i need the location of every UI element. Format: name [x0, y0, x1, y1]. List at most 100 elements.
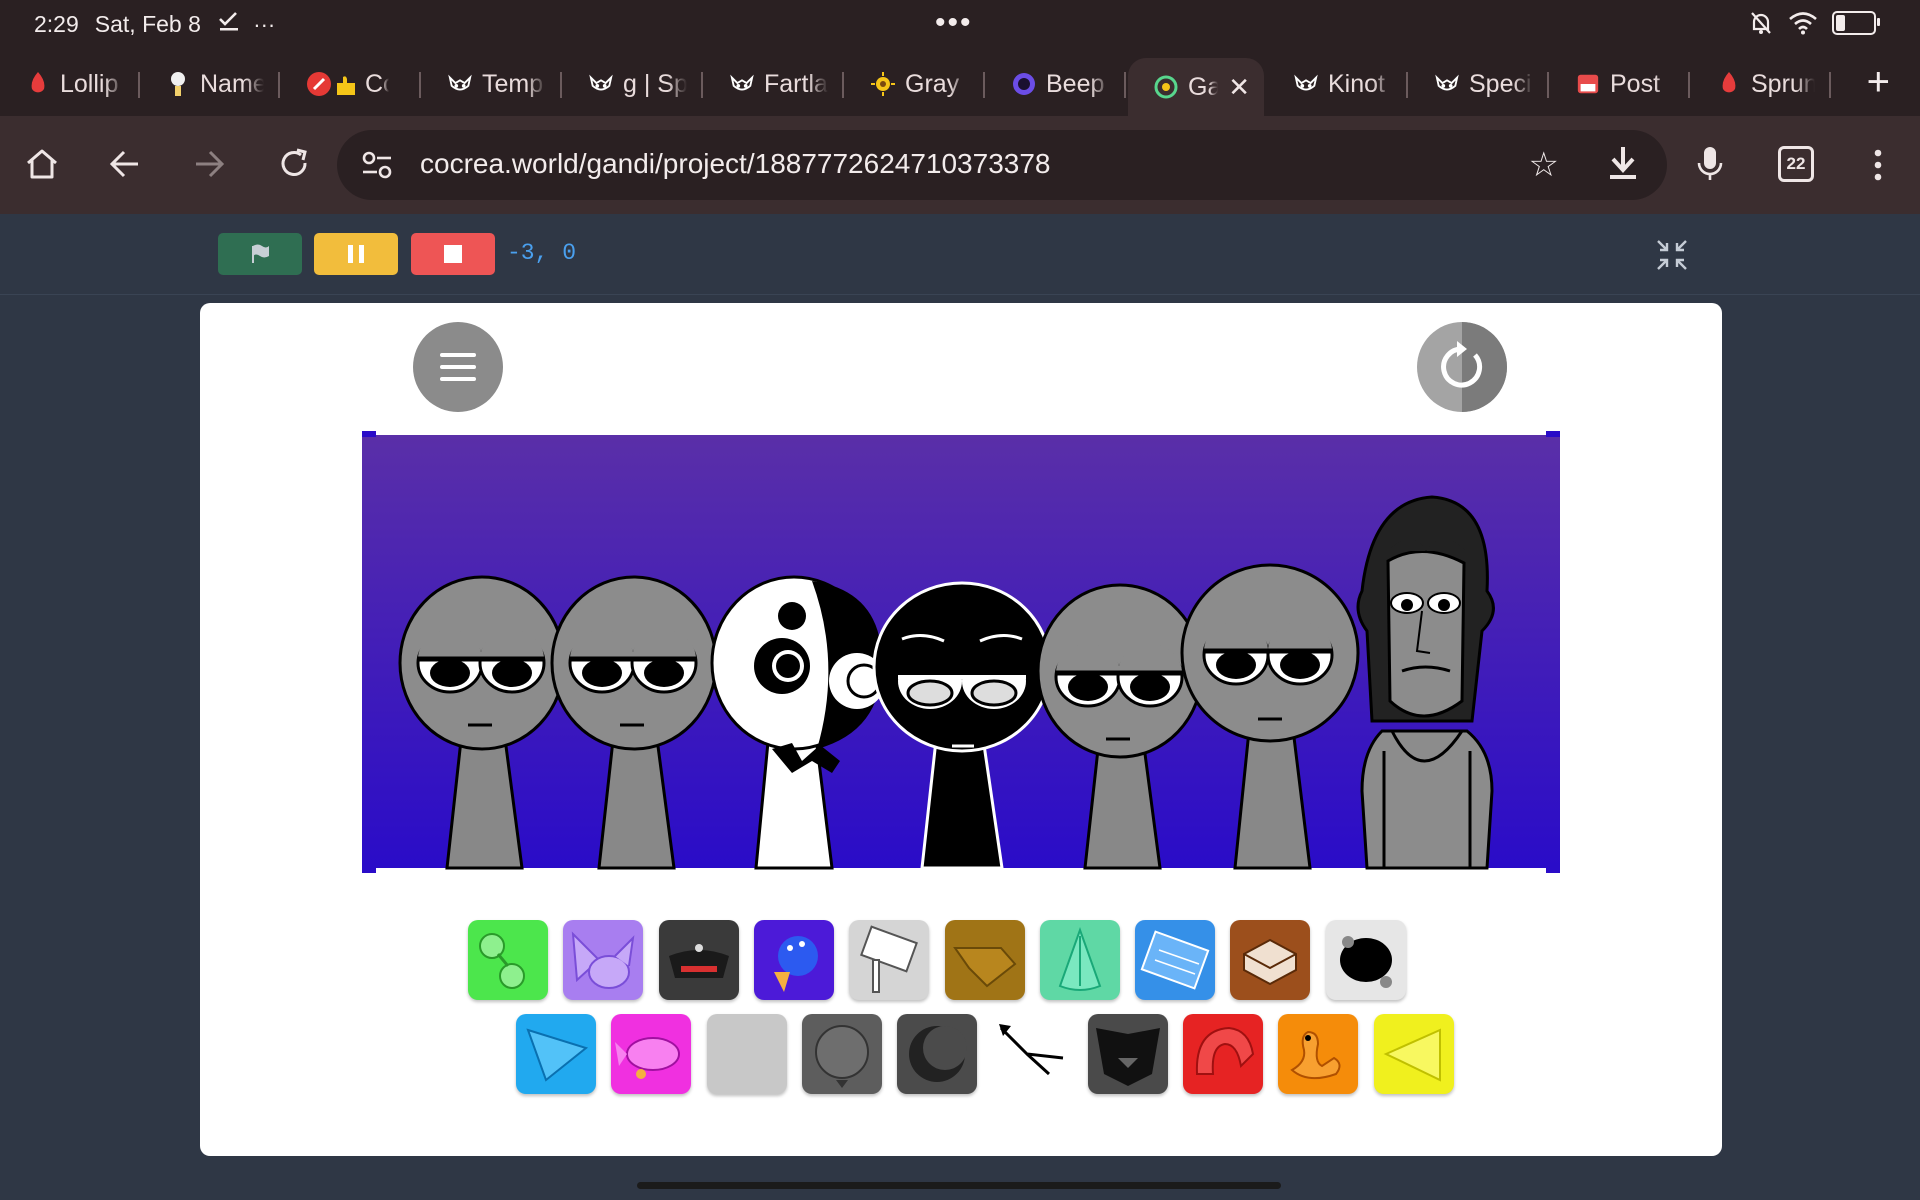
black-bat-icon[interactable]	[1087, 1014, 1168, 1094]
tab-12[interactable]: Sprun	[1691, 58, 1831, 110]
sun-icon	[871, 72, 895, 96]
web-page: -3, 0	[0, 214, 1920, 1200]
new-tab-icon[interactable]: +	[1867, 60, 1890, 105]
clock: 2:29	[34, 10, 79, 37]
site-settings-icon[interactable]	[359, 148, 395, 182]
tab-label: Name	[200, 69, 264, 98]
more-notifications-icon: ···	[253, 12, 276, 37]
tab-10[interactable]: Speci	[1409, 58, 1549, 110]
brown-wing-icon[interactable]	[944, 920, 1025, 1000]
long-hair-sprunki	[1356, 495, 1495, 870]
tab-8[interactable]: Ga ✕	[1128, 58, 1264, 116]
blue-keyboard-icon[interactable]	[1135, 920, 1216, 1000]
download-icon[interactable]	[1605, 143, 1641, 185]
tab-3[interactable]: Temp	[422, 58, 562, 110]
character-scene[interactable]	[362, 431, 1560, 873]
teal-leaf-icon[interactable]	[1039, 920, 1120, 1000]
dark-boombox-icon[interactable]	[658, 920, 739, 1000]
gray-blank-icon[interactable]	[706, 1014, 787, 1094]
tab-7[interactable]: Beep	[986, 58, 1126, 110]
pause-icon	[348, 245, 364, 263]
fire-icon	[1717, 72, 1741, 96]
tab-9[interactable]: Kinot	[1268, 58, 1408, 110]
tab-separator	[1406, 72, 1408, 98]
blue-triangle-icon[interactable]	[516, 1014, 596, 1094]
back-icon[interactable]	[108, 147, 142, 181]
tab-label: g | Sp	[623, 69, 687, 98]
reset-icon	[1441, 322, 1507, 412]
overflow-menu-icon[interactable]	[1872, 148, 1884, 182]
url-text[interactable]: cocrea.world/gandi/project/1887772624710…	[420, 148, 1051, 180]
dark-moon-icon[interactable]	[897, 1014, 978, 1094]
forward-icon[interactable]	[192, 147, 226, 181]
tab-label: Gray	[905, 69, 960, 98]
tab-6[interactable]: Gray	[845, 58, 985, 110]
exit-fullscreen-icon[interactable]	[1655, 238, 1689, 272]
tab-label: Temp	[482, 69, 544, 98]
hamburger-icon	[440, 353, 476, 381]
microphone-icon[interactable]	[1696, 144, 1724, 184]
tab-0[interactable]: Lollip	[0, 58, 140, 110]
black-arrow-icon[interactable]	[992, 1014, 1073, 1094]
blue-ice-cream-icon[interactable]	[753, 920, 834, 1000]
tab-1[interactable]: Name	[140, 58, 280, 110]
pause-button[interactable]	[314, 233, 398, 275]
reload-icon[interactable]	[276, 146, 312, 182]
tab-separator	[701, 72, 703, 98]
address-bar[interactable]: cocrea.world/gandi/project/1887772624710…	[337, 130, 1667, 200]
mask-icon	[1435, 72, 1459, 96]
tab-separator	[1829, 72, 1831, 98]
tab-4[interactable]: g | Sp	[563, 58, 703, 110]
person-icon	[166, 72, 190, 96]
menu-button[interactable]	[413, 322, 503, 412]
yellow-triangle-icon[interactable]	[1373, 1014, 1454, 1094]
target-icon	[1154, 75, 1178, 99]
tab-label: Lollip	[60, 69, 119, 98]
mask-icon	[1294, 72, 1318, 96]
browser-toolbar: cocrea.world/gandi/project/1887772624710…	[0, 116, 1920, 214]
red-hook-icon[interactable]	[1183, 1014, 1264, 1094]
orange-duck-icon[interactable]	[1278, 1014, 1359, 1094]
home-indicator[interactable]	[637, 1182, 1281, 1189]
close-tab-icon[interactable]: ✕	[1228, 72, 1250, 103]
notification-icons: ···	[217, 10, 275, 38]
project-stage[interactable]	[200, 303, 1722, 1156]
tab-11[interactable]: Post	[1550, 58, 1690, 110]
tab-separator	[560, 72, 562, 98]
purple-cat-ears-icon[interactable]	[563, 920, 644, 1000]
green-flag-button[interactable]	[218, 233, 302, 275]
check-icon	[218, 12, 238, 31]
status-bar: 2:29 Sat, Feb 8 ··· ••• 6	[0, 0, 1920, 48]
tab-label: Fartla	[764, 69, 828, 98]
tab-label: Sprun	[1751, 69, 1815, 98]
brown-box-icon[interactable]	[1230, 920, 1311, 1000]
green-bubbles-icon[interactable]	[468, 920, 548, 1000]
multitask-handle[interactable]: •••	[935, 6, 973, 40]
tab-label: Beep	[1046, 69, 1105, 98]
tab-separator	[419, 72, 421, 98]
sign-hammer-icon[interactable]	[849, 920, 930, 1000]
tab-switcher-button[interactable]: 22	[1778, 146, 1814, 182]
pink-fish-icon[interactable]	[611, 1014, 692, 1094]
status-left: 2:29 Sat, Feb 8 ···	[34, 10, 275, 38]
black-blob-icon[interactable]	[1325, 920, 1406, 1000]
tab-separator	[1688, 72, 1690, 98]
mask-icon	[448, 72, 472, 96]
battery-icon: 6	[1832, 11, 1880, 35]
home-icon[interactable]	[24, 146, 60, 182]
stop-button[interactable]	[411, 233, 495, 275]
gray-ball-icon[interactable]	[801, 1014, 882, 1094]
tab-separator	[278, 72, 280, 98]
tab-2[interactable]: Cc	[281, 58, 421, 110]
pencil-thumb-icon	[307, 72, 359, 96]
bookmark-star-icon[interactable]: ☆	[1529, 145, 1559, 185]
tab-5[interactable]: Fartla	[704, 58, 844, 110]
mask-icon	[730, 72, 754, 96]
date: Sat, Feb 8	[94, 10, 201, 37]
flag-icon	[252, 244, 269, 263]
mouse-coordinates: -3, 0	[507, 240, 577, 266]
tab-separator	[983, 72, 985, 98]
tab-label: Kinot	[1328, 69, 1385, 98]
reset-button[interactable]	[1417, 322, 1507, 412]
mute-bell-icon	[1751, 12, 1771, 34]
